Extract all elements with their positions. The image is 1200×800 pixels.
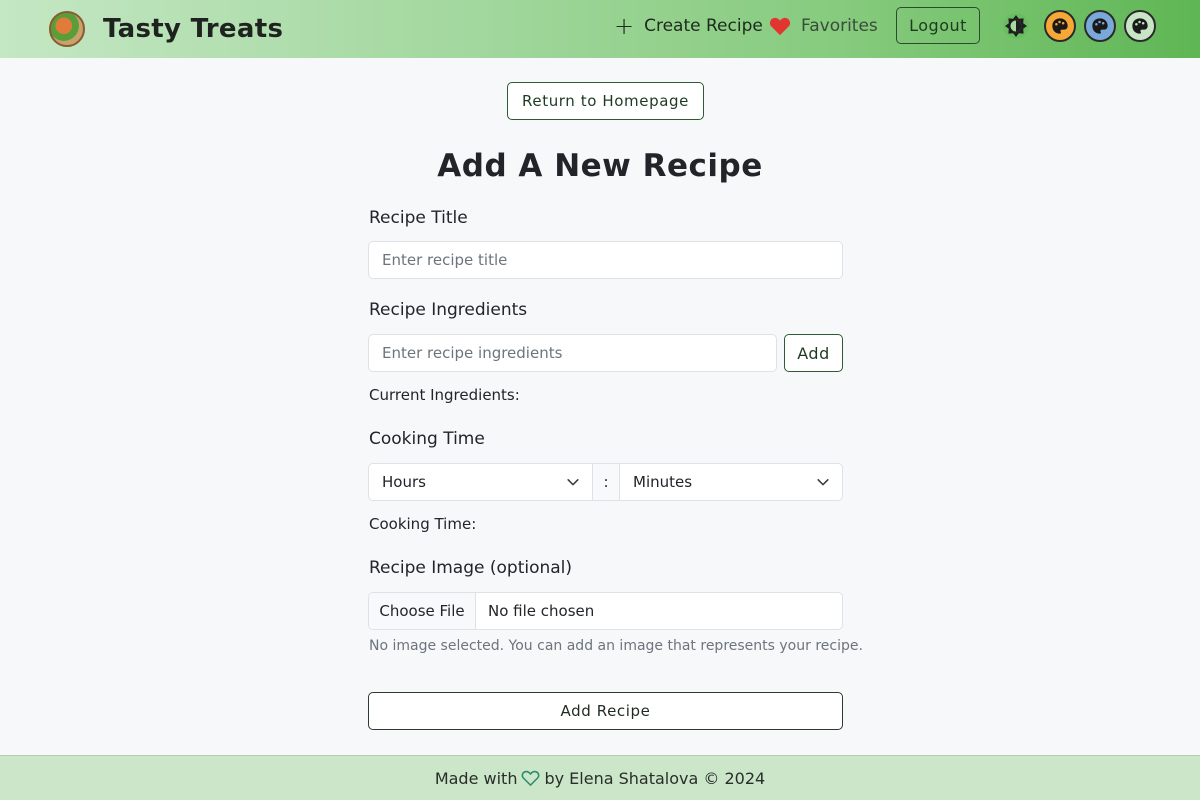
image-file-input[interactable]: Choose File No file chosen [368, 592, 843, 630]
hours-select[interactable]: Hours [369, 464, 592, 500]
recipe-title-input[interactable] [368, 241, 843, 279]
recipe-ingredients-label: Recipe Ingredients [369, 300, 528, 320]
recipe-title-label: Recipe Title [369, 208, 468, 228]
choose-file-button[interactable]: Choose File [369, 593, 476, 629]
recipe-ingredients-input[interactable] [368, 334, 777, 372]
footer-made-with: Made with [434, 768, 518, 788]
plus-icon: + [614, 12, 635, 40]
hours-value: Hours [382, 473, 426, 491]
cooking-time-group: Hours : Minutes [368, 463, 843, 501]
page-title: Add A New Recipe [437, 148, 763, 184]
file-status-text: No file chosen [488, 602, 595, 620]
favorites-link[interactable]: Favorites [769, 14, 878, 38]
theme-orange-button[interactable] [1044, 10, 1076, 42]
minutes-select[interactable]: Minutes [620, 464, 842, 500]
recipe-image-label: Recipe Image (optional) [369, 558, 573, 578]
current-ingredients-text: Current Ingredients: [369, 386, 520, 404]
chevron-down-icon [567, 479, 579, 486]
theme-green-button[interactable] [1124, 10, 1156, 42]
heart-icon [769, 17, 791, 36]
theme-blue-button[interactable] [1084, 10, 1116, 42]
footer: Made with by Elena Shatalova © 2024 [0, 755, 1200, 800]
create-recipe-label: Create Recipe [644, 16, 763, 36]
image-help-text: No image selected. You can add an image … [369, 638, 863, 654]
time-separator: : [592, 464, 620, 500]
logout-button[interactable]: Logout [896, 7, 980, 44]
favorites-label: Favorites [801, 16, 878, 36]
palette-icon [1092, 18, 1108, 34]
chevron-down-icon [817, 479, 829, 486]
create-recipe-link[interactable]: + Create Recipe [614, 14, 763, 38]
minutes-value: Minutes [633, 473, 693, 491]
return-homepage-button[interactable]: Return to Homepage [507, 82, 704, 120]
cooking-time-display: Cooking Time: [369, 515, 477, 533]
heart-outline-icon [522, 770, 540, 786]
footer-credit: by Elena Shatalova © 2024 [544, 768, 766, 788]
nav-actions: + Create Recipe Favorites Logout [0, 0, 1200, 58]
add-ingredient-button[interactable]: Add [784, 334, 843, 372]
brightness-toggle-button[interactable] [1000, 10, 1032, 42]
palette-icon [1132, 18, 1148, 34]
brightness-icon [1003, 13, 1029, 39]
cooking-time-label: Cooking Time [369, 429, 485, 449]
add-recipe-button[interactable]: Add Recipe [368, 692, 843, 730]
palette-icon [1052, 18, 1068, 34]
